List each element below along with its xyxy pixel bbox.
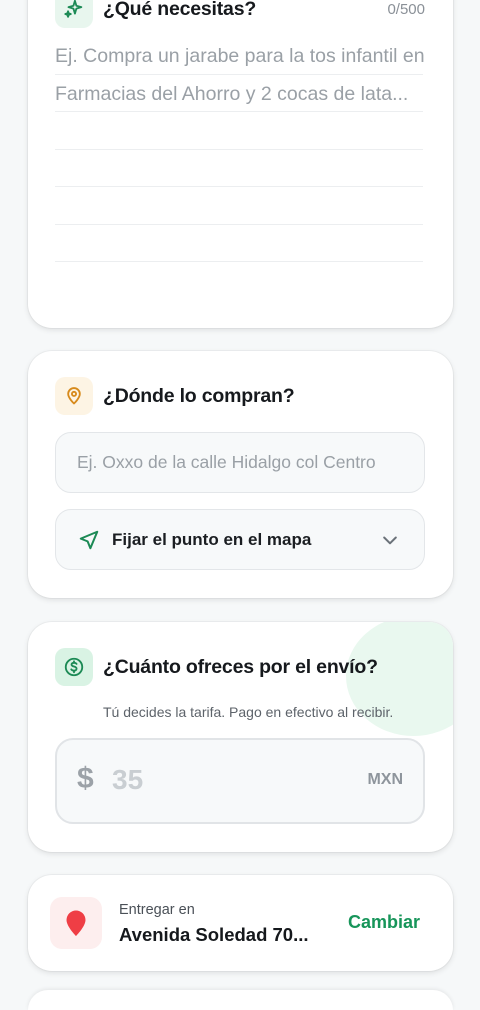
change-address-button[interactable]: Cambiar [348, 912, 420, 933]
chevron-down-icon [383, 536, 397, 545]
currency-symbol: $ [77, 762, 94, 795]
delivery-address: Avenida Soledad 70... [119, 924, 309, 945]
need-textarea[interactable]: Ej. Compra un jarabe para la tos infanti… [55, 38, 425, 113]
where-title: ¿Dónde lo compran? [103, 385, 295, 407]
store-location-input[interactable]: Ej. Oxxo de la calle Hidalgo col Centro [55, 432, 425, 493]
need-card: ¿Qué necesitas? 0/500 Ej. Compra un jara… [28, 0, 453, 328]
sparkle-icon [55, 0, 93, 28]
need-title: ¿Qué necesitas? [103, 0, 257, 20]
set-map-point-label: Fijar el punto en el mapa [112, 529, 312, 549]
delivery-card: Entregar en Avenida Soledad 70... Cambia… [28, 875, 453, 971]
currency-label: MXN [367, 771, 403, 788]
next-card-edge [28, 990, 453, 1010]
price-subtitle: Tú decides la tarifa. Pago en efectivo a… [103, 704, 394, 720]
delivery-label: Entregar en [119, 902, 195, 918]
character-counter: 0/500 [387, 1, 425, 18]
dollar-coin-icon [55, 648, 93, 686]
map-marker-icon [50, 897, 102, 949]
price-card: ¿Cuánto ofreces por el envío? Tú decides… [28, 622, 453, 852]
where-card: ¿Dónde lo compran? Ej. Oxxo de la calle … [28, 351, 453, 598]
navigation-arrow-icon [79, 530, 99, 549]
set-map-point-button[interactable]: Fijar el punto en el mapa [55, 509, 425, 570]
need-card-body: ¿Qué necesitas? 0/500 Ej. Compra un jara… [28, 0, 453, 328]
location-pin-icon [55, 377, 93, 415]
price-input[interactable]: $ 35 MXN [55, 738, 425, 824]
price-placeholder: 35 [112, 764, 144, 795]
price-title: ¿Cuánto ofreces por el envío? [103, 656, 378, 678]
